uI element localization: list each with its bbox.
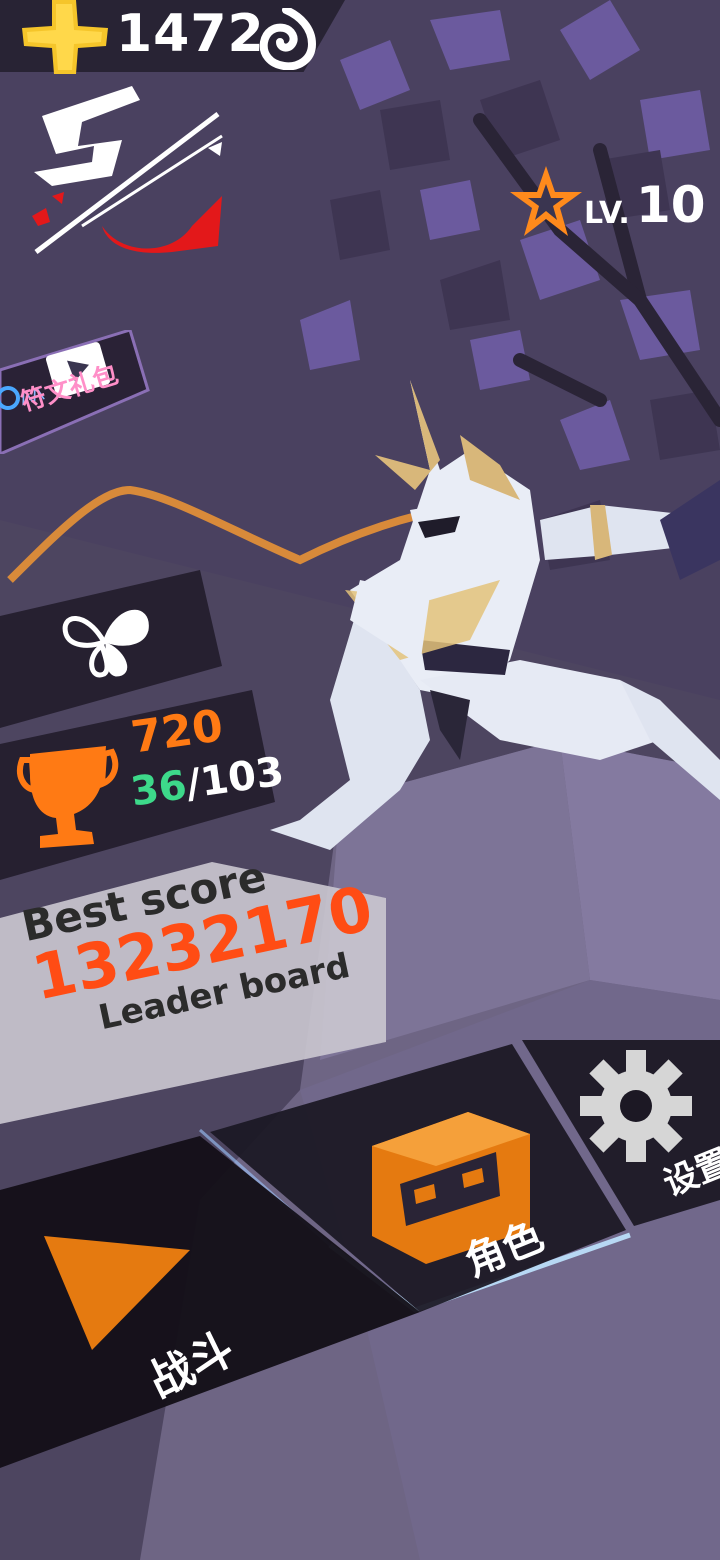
level-value: 10 xyxy=(636,176,706,234)
game-scene: 1472 LV. 10 /\/\ 符文礼包 720 36/103 Best sc… xyxy=(0,0,720,1560)
level-indicator: LV. 10 xyxy=(506,162,706,246)
star-icon xyxy=(510,166,582,236)
level-label: LV. xyxy=(584,196,630,231)
swirl-rune-icon[interactable] xyxy=(256,8,316,70)
game-logo xyxy=(32,86,223,254)
trophy-count-current: 36 xyxy=(128,762,190,816)
gold-amount: 1472 xyxy=(116,4,265,64)
gold-cross-icon xyxy=(22,0,108,74)
